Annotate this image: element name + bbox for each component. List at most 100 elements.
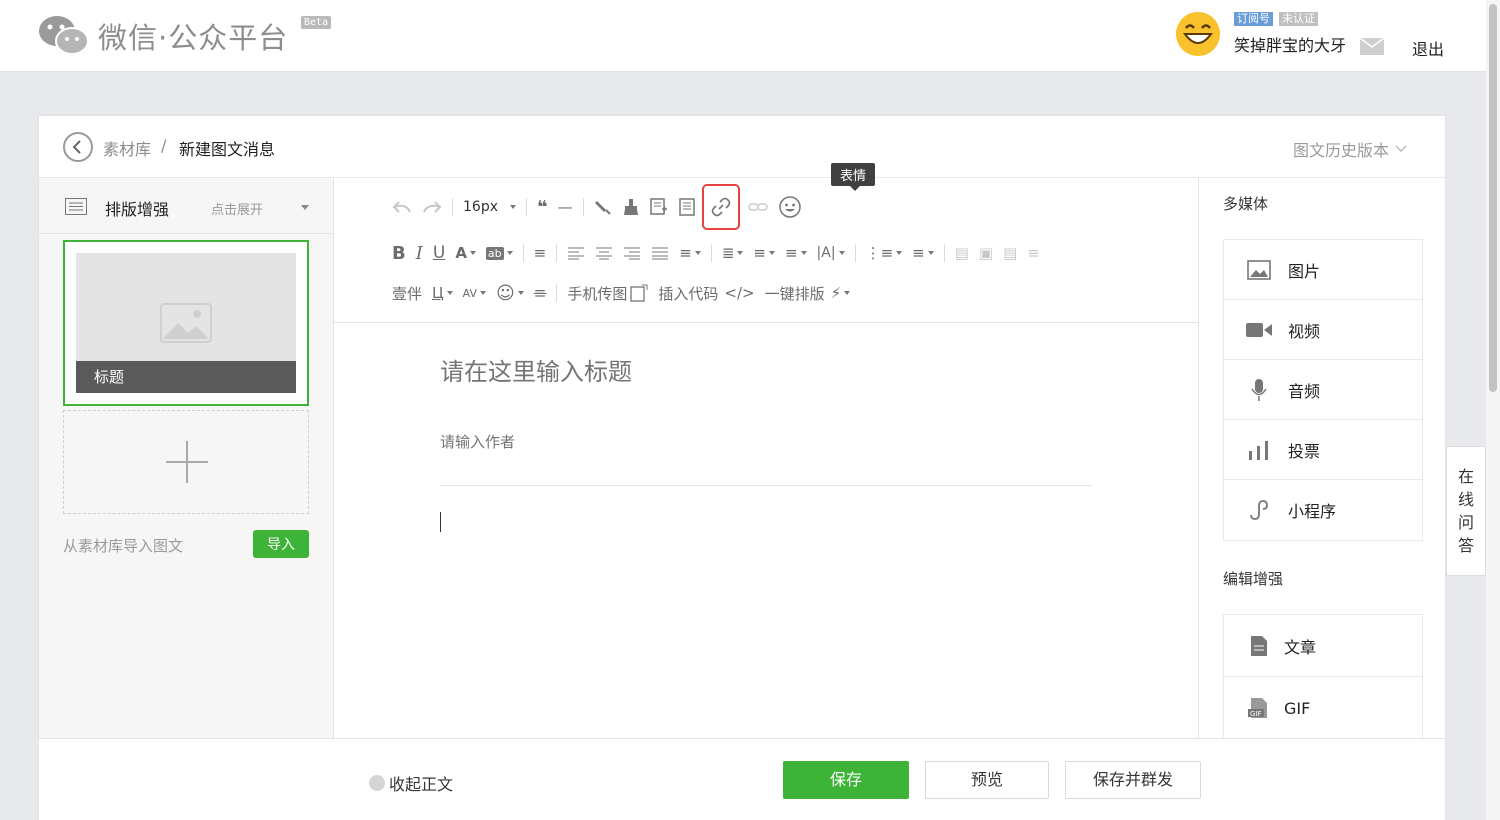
clear-format-icon[interactable] bbox=[622, 194, 640, 220]
edit-enhance-list: 文章 GIF GIF bbox=[1223, 614, 1423, 740]
strikethrough-icon[interactable]: ≡ bbox=[534, 280, 547, 306]
spacing-after-icon[interactable]: ≡ bbox=[753, 240, 775, 266]
mini-program-icon bbox=[1246, 499, 1272, 521]
breadcrumb-library[interactable]: 素材库 bbox=[103, 136, 151, 160]
history-versions-button[interactable]: 图文历史版本 bbox=[1293, 137, 1407, 161]
align-left-icon[interactable] bbox=[567, 240, 585, 266]
insert-article-item[interactable]: 文章 bbox=[1224, 615, 1422, 677]
bold-icon[interactable]: B bbox=[392, 240, 406, 266]
caret-down-icon bbox=[768, 251, 775, 255]
align-more-icon[interactable]: ≡ bbox=[679, 240, 701, 266]
article-card-selected[interactable]: 标题 bbox=[63, 240, 309, 406]
add-article-button[interactable] bbox=[63, 410, 309, 514]
insert-code-button[interactable]: 插入代码 </> bbox=[658, 280, 754, 306]
toolbar-row-1: 16px ❝ — bbox=[392, 184, 812, 230]
caret-down-icon bbox=[844, 291, 851, 295]
insert-video-item[interactable]: 视频 bbox=[1224, 300, 1422, 360]
char-spacing-icon[interactable]: AV bbox=[463, 280, 487, 306]
toolbar-row-3: 壹伴 Ц AV ☺ ≡ 手机传图 插入代码 </> 一键排版 ⚡︎ bbox=[392, 278, 860, 308]
underline-icon[interactable]: U bbox=[433, 240, 445, 266]
insert-image-label: 图片 bbox=[1288, 261, 1321, 281]
align-justify-icon[interactable] bbox=[651, 240, 669, 266]
align-right-icon[interactable] bbox=[623, 240, 641, 266]
horizontal-rule-icon[interactable]: — bbox=[558, 194, 573, 220]
font-size-value: 16px bbox=[463, 199, 498, 215]
title-input[interactable] bbox=[440, 358, 1090, 386]
image-float-right-icon[interactable]: ▤ bbox=[1003, 240, 1017, 266]
wechat-logo[interactable]: 微信·公众平台 bbox=[38, 14, 288, 58]
collapse-body-button[interactable]: 收起正文 bbox=[369, 771, 453, 795]
phone-upload-button[interactable]: 手机传图 bbox=[567, 280, 648, 306]
layout-enhance-title: 排版增强 bbox=[105, 200, 170, 219]
import-from-library-label: 从素材库导入图文 bbox=[63, 537, 184, 555]
line-height-icon[interactable]: ≡ bbox=[785, 240, 807, 266]
chevron-left-icon bbox=[72, 140, 81, 154]
format-painter-icon[interactable] bbox=[594, 194, 612, 220]
insert-image-item[interactable]: 图片 bbox=[1224, 240, 1422, 300]
yiban-font-button[interactable]: 壹伴 bbox=[392, 280, 422, 306]
align-center-icon[interactable] bbox=[595, 240, 613, 266]
multimedia-list: 图片 视频 音频 投票 小程序 bbox=[1223, 239, 1423, 541]
import-button[interactable]: 导入 bbox=[253, 530, 309, 558]
caret-down-icon bbox=[517, 291, 524, 295]
caret-down-icon bbox=[694, 251, 701, 255]
insert-audio-item[interactable]: 音频 bbox=[1224, 360, 1422, 420]
image-float-left-icon[interactable]: ▤ bbox=[955, 240, 969, 266]
one-click-layout-button[interactable]: 一键排版 ⚡︎ bbox=[765, 280, 851, 306]
insert-gif-item[interactable]: GIF GIF bbox=[1224, 677, 1422, 739]
account-name[interactable]: 笑掉胖宝的大牙 bbox=[1234, 32, 1346, 56]
logout-link[interactable]: 退出 bbox=[1412, 36, 1444, 60]
italic-icon[interactable]: I bbox=[416, 240, 423, 266]
save-and-publish-button[interactable]: 保存并群发 bbox=[1065, 761, 1201, 799]
wechat-icon bbox=[39, 16, 89, 55]
preview-button[interactable]: 预览 bbox=[925, 761, 1049, 799]
insert-mini-program-item[interactable]: 小程序 bbox=[1224, 480, 1422, 540]
redo-icon[interactable] bbox=[422, 194, 442, 220]
video-icon bbox=[1246, 319, 1272, 341]
caret-down-icon bbox=[510, 205, 516, 209]
spacing-before-icon[interactable]: ≣ bbox=[722, 240, 744, 266]
unlink-icon[interactable] bbox=[747, 194, 768, 220]
back-button[interactable] bbox=[63, 132, 93, 162]
font-size-select[interactable]: 16px bbox=[463, 194, 516, 220]
layout-enhance-bar[interactable]: 排版增强 点击展开 bbox=[39, 178, 333, 234]
lightning-icon: ⚡︎ bbox=[830, 284, 842, 302]
ordered-list-icon[interactable]: ⋮≡ bbox=[866, 240, 903, 266]
paragraph-indent-icon[interactable]: Ц bbox=[432, 280, 453, 306]
expand-link[interactable]: 点击展开 bbox=[211, 199, 263, 218]
unordered-list-icon[interactable]: ≡ bbox=[912, 240, 934, 266]
emoji-icon[interactable] bbox=[778, 194, 802, 220]
author-input[interactable] bbox=[440, 433, 1090, 451]
save-button[interactable]: 保存 bbox=[783, 761, 909, 799]
image-center-icon[interactable]: ≡ bbox=[1027, 240, 1040, 266]
indent-icon[interactable]: ≡ bbox=[534, 240, 547, 266]
link-button[interactable] bbox=[701, 184, 740, 230]
insert-article-label: 文章 bbox=[1284, 637, 1317, 657]
account-info[interactable]: 订阅号 未认证 笑掉胖宝的大牙 bbox=[1176, 12, 1346, 56]
insert-vote-item[interactable]: 投票 bbox=[1224, 420, 1422, 480]
background-color-icon[interactable]: ab bbox=[485, 240, 513, 266]
text-cursor[interactable] bbox=[440, 512, 441, 532]
edit-enhance-section-title: 编辑增强 bbox=[1223, 570, 1284, 588]
mail-icon[interactable] bbox=[1360, 38, 1384, 55]
breadcrumb-separator: / bbox=[161, 136, 167, 155]
platform-name: 微信·公众平台 bbox=[98, 21, 289, 55]
image-float-none-icon[interactable]: ▣ bbox=[979, 240, 993, 266]
template-icon[interactable] bbox=[649, 194, 668, 220]
letter-spacing-icon[interactable]: |A| bbox=[817, 240, 845, 266]
grin-face-icon bbox=[1176, 12, 1220, 56]
svg-text:GIF: GIF bbox=[1250, 710, 1262, 718]
one-click-layout-label: 一键排版 bbox=[764, 284, 825, 303]
blockquote-icon[interactable]: ❝ bbox=[537, 194, 548, 220]
avatar[interactable] bbox=[1176, 12, 1220, 56]
online-qa-button[interactable]: 在 线 问 答 bbox=[1446, 446, 1486, 576]
font-color-icon[interactable]: A bbox=[455, 240, 476, 266]
page-scrollbar[interactable] bbox=[1486, 0, 1500, 820]
cover-thumbnail[interactable]: 标题 bbox=[76, 253, 296, 393]
emoji-picker-icon[interactable]: ☺ bbox=[496, 280, 524, 306]
caret-down-icon[interactable] bbox=[301, 205, 309, 210]
link-icon bbox=[711, 197, 730, 217]
scrollbar-thumb[interactable] bbox=[1489, 4, 1497, 392]
undo-icon[interactable] bbox=[392, 194, 412, 220]
page-icon[interactable] bbox=[678, 194, 696, 220]
